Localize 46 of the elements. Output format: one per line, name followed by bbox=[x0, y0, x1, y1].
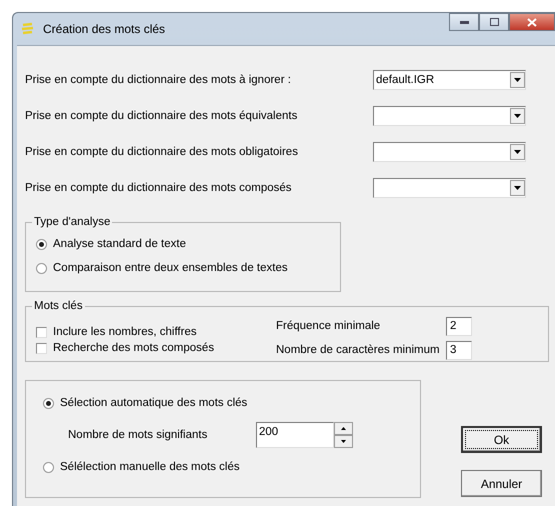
close-icon bbox=[527, 18, 537, 26]
caret-down-icon bbox=[514, 186, 521, 190]
minimize-icon bbox=[460, 20, 468, 24]
number-field[interactable]: 200 bbox=[256, 422, 334, 448]
field-label: Prise en compte du dictionnaire des mots obligatoires bbox=[25, 146, 299, 158]
app-icon bbox=[21, 22, 35, 36]
radio-label: Sélection automatique des mots clés bbox=[60, 397, 248, 409]
dropdown-field[interactable] bbox=[373, 106, 526, 126]
ok-button[interactable]: Ok bbox=[461, 426, 542, 453]
caret-down-icon bbox=[514, 150, 521, 154]
dropdown-field[interactable] bbox=[373, 142, 526, 162]
close-button[interactable] bbox=[509, 13, 555, 31]
maximize-icon bbox=[490, 18, 498, 26]
field-label: Prise en compte du dictionnaire des mots équivalents bbox=[25, 110, 298, 122]
caret-up-icon bbox=[341, 427, 346, 430]
number-field[interactable]: 2 bbox=[446, 316, 472, 336]
caret-down-icon bbox=[341, 440, 346, 443]
radio-label: Analyse standard de texte bbox=[53, 238, 186, 250]
field-label: Fréquence minimale bbox=[276, 320, 382, 332]
spin-down-button[interactable] bbox=[334, 435, 353, 448]
field-label: Nombre de mots signifiants bbox=[68, 429, 208, 441]
number-field[interactable]: 3 bbox=[446, 340, 472, 360]
radio-button[interactable] bbox=[43, 398, 54, 408]
maximize-button[interactable] bbox=[479, 13, 509, 31]
group-title: Type d'analyse bbox=[33, 216, 112, 228]
field-label: Nombre de caractères minimum bbox=[276, 344, 441, 356]
dropdown-field[interactable] bbox=[373, 178, 526, 198]
field-label: Prise en compte du dictionnaire des mots composés bbox=[25, 182, 293, 194]
spin-up-button[interactable] bbox=[334, 422, 353, 435]
checkbox-label: Recherche des mots composés bbox=[53, 342, 214, 354]
dropdown-field[interactable]: default.IGR bbox=[373, 70, 526, 90]
radio-button[interactable] bbox=[36, 238, 47, 250]
cancel-button[interactable]: Annuler bbox=[461, 470, 542, 497]
minimize-button[interactable] bbox=[449, 13, 479, 31]
field-label: Prise en compte du dictionnaire des mots à ignorer : bbox=[25, 74, 292, 86]
checkbox-label: Inclure les nombres, chiffres bbox=[53, 326, 197, 338]
radio-label: Sélélection manuelle des mots clés bbox=[60, 461, 240, 473]
caret-down-icon bbox=[514, 78, 521, 82]
radio-button[interactable] bbox=[36, 262, 47, 274]
checkbox[interactable] bbox=[36, 342, 47, 354]
checkbox[interactable] bbox=[36, 326, 47, 338]
radio-label: Comparaison entre deux ensembles de textes bbox=[53, 262, 288, 274]
group-title: Mots clés bbox=[33, 300, 84, 312]
caret-down-icon bbox=[514, 114, 521, 118]
radio-button[interactable] bbox=[43, 462, 54, 472]
window-title: Création des mots clés bbox=[43, 22, 166, 36]
